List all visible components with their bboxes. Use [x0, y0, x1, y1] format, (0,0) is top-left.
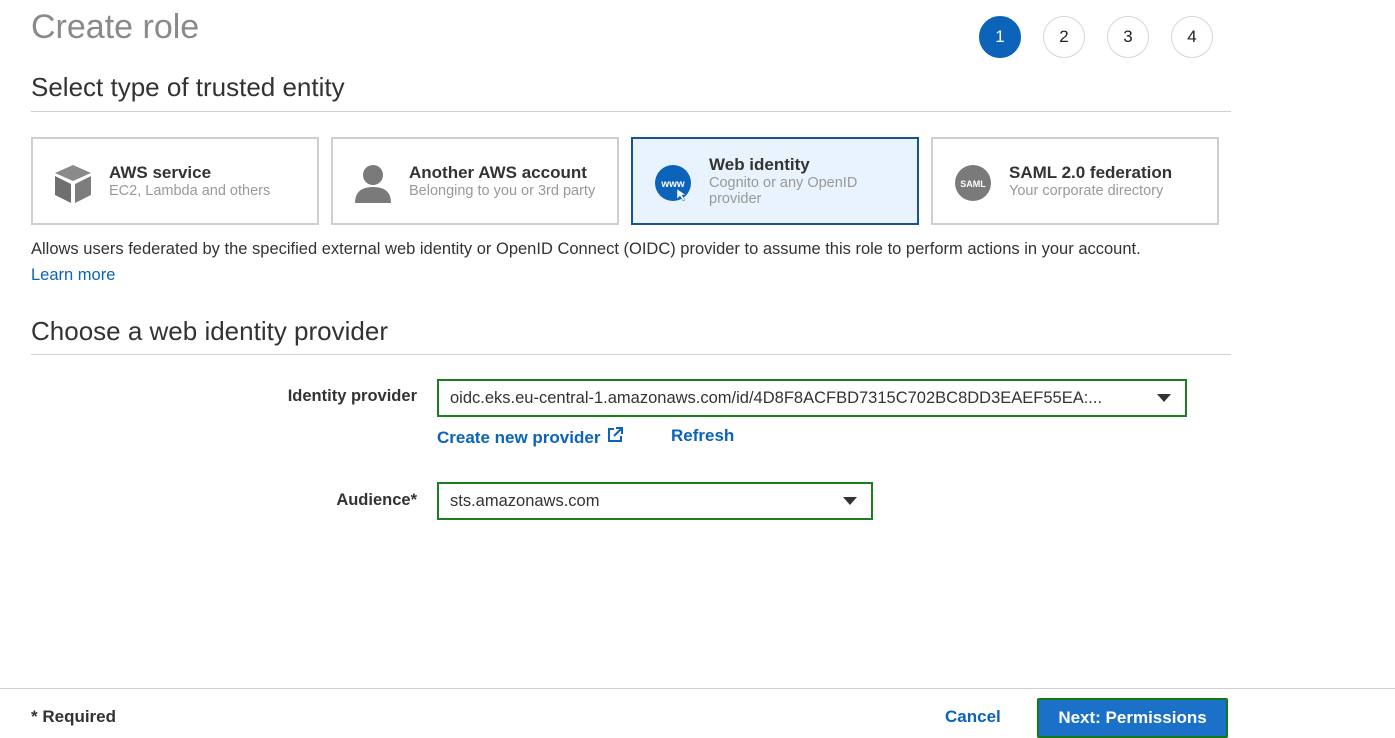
identity-provider-select[interactable]: oidc.eks.eu-central-1.amazonaws.com/id/4… — [437, 379, 1187, 417]
section-divider — [31, 354, 1231, 355]
required-note: * Required — [31, 707, 117, 726]
refresh-link[interactable]: Refresh — [671, 426, 734, 446]
step-2[interactable]: 2 — [1043, 16, 1085, 58]
audience-select[interactable]: sts.amazonaws.com — [437, 482, 873, 520]
external-link-icon — [606, 426, 624, 449]
entity-description: Allows users federated by the specified … — [31, 240, 1141, 258]
saml-icon: SAML — [953, 163, 993, 203]
entity-card-web-identity[interactable]: www Web identity Cognito or any OpenID p… — [631, 137, 919, 225]
page-title: Create role — [31, 8, 200, 46]
identity-provider-value: oidc.eks.eu-central-1.amazonaws.com/id/4… — [450, 388, 1103, 407]
cube-icon — [53, 163, 93, 203]
audience-value: sts.amazonaws.com — [450, 491, 600, 510]
cancel-button[interactable]: Cancel — [945, 707, 1001, 727]
identity-provider-label: Identity provider — [287, 387, 417, 405]
svg-text:SAML: SAML — [960, 179, 986, 189]
entity-card-title: Web identity — [709, 155, 810, 174]
entity-card-subtitle: Belonging to you or 3rd party — [409, 183, 596, 199]
next-permissions-button[interactable]: Next: Permissions — [1037, 698, 1228, 738]
create-new-provider-label: Create new provider — [437, 427, 601, 447]
web-identity-provider-heading: Choose a web identity provider — [31, 316, 388, 346]
create-new-provider-link[interactable]: Create new provider — [437, 426, 624, 449]
audience-label: Audience* — [336, 491, 417, 509]
wizard-steps: 1 2 3 4 — [979, 16, 1213, 58]
entity-card-subtitle: EC2, Lambda and others — [109, 183, 271, 199]
entity-card-another-account[interactable]: Another AWS account Belonging to you or … — [331, 137, 619, 225]
svg-text:www: www — [660, 179, 685, 190]
entity-card-title: AWS service — [109, 163, 212, 182]
user-icon — [353, 163, 393, 203]
entity-card-title: SAML 2.0 federation — [1009, 163, 1173, 182]
entity-card-subtitle: Your corporate directory — [1009, 183, 1164, 199]
entity-card-subtitle: Cognito or any OpenID provider — [709, 175, 858, 207]
step-3[interactable]: 3 — [1107, 16, 1149, 58]
step-1[interactable]: 1 — [979, 16, 1021, 58]
trusted-entity-heading: Select type of trusted entity — [31, 72, 345, 102]
step-4[interactable]: 4 — [1171, 16, 1213, 58]
chevron-down-icon — [1157, 394, 1171, 402]
www-globe-icon: www — [653, 163, 693, 203]
entity-card-title: Another AWS account — [409, 163, 587, 182]
learn-more-link[interactable]: Learn more — [31, 266, 115, 285]
entity-card-aws-service[interactable]: AWS service EC2, Lambda and others — [31, 137, 319, 225]
section-divider — [31, 111, 1231, 112]
footer-divider — [0, 688, 1395, 689]
chevron-down-icon — [843, 497, 857, 505]
entity-card-saml[interactable]: SAML SAML 2.0 federation Your corporate … — [931, 137, 1219, 225]
